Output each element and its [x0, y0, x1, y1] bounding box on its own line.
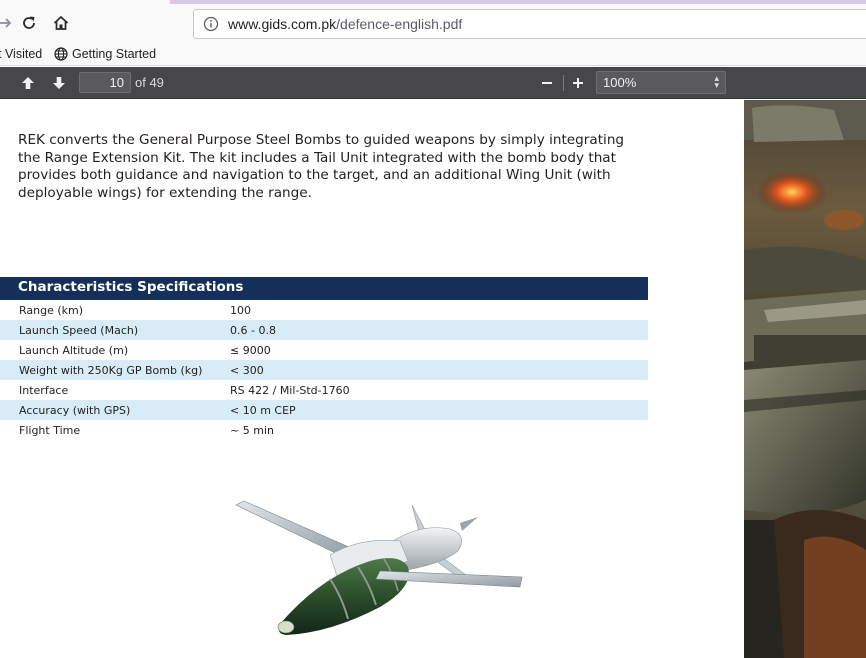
table-row: Accuracy (with GPS) < 10 m CEP: [0, 400, 648, 420]
url-text[interactable]: www.gids.com.pk/defence-english.pdf: [228, 16, 462, 32]
spec-value: 0.6 - 0.8: [230, 323, 276, 337]
table-row: Weight with 250Kg GP Bomb (kg) < 300: [0, 360, 648, 380]
arrow-right-icon: [0, 18, 12, 28]
intro-line: the Range Extension Kit. The kit include…: [18, 149, 616, 166]
zoom-in-button[interactable]: [567, 72, 589, 94]
spec-label: Launch Altitude (m): [19, 343, 129, 357]
battlefield-photo: [744, 100, 866, 658]
forward-button[interactable]: [0, 12, 16, 34]
url-path: /defence-english.pdf: [336, 16, 463, 32]
url-bar[interactable]: www.gids.com.pk/defence-english.pdf: [193, 9, 866, 39]
intro-paragraph: REK converts the General Purpose Steel B…: [18, 132, 650, 202]
browser-nav-bar: www.gids.com.pk/defence-english.pdf: [0, 0, 866, 46]
spec-label: Launch Speed (Mach): [19, 323, 139, 337]
toolbar-separator: [563, 75, 564, 91]
pdf-page: REK converts the General Purpose Steel B…: [0, 100, 866, 658]
home-button[interactable]: [50, 12, 72, 34]
home-icon: [53, 15, 69, 30]
page-count: of 49: [135, 75, 164, 90]
intro-line: REK converts the General Purpose Steel B…: [18, 132, 625, 148]
bookmark-most-visited[interactable]: t Visited: [0, 47, 42, 61]
plus-icon: [573, 78, 583, 88]
spec-label: Flight Time: [19, 423, 81, 437]
spec-value: ≤ 9000: [230, 343, 271, 357]
previous-page-button[interactable]: [17, 72, 39, 94]
bookmarks-bar: t Visited Getting Started: [0, 46, 866, 66]
spec-value: ~ 5 min: [230, 423, 274, 437]
bookmark-label: Getting Started: [72, 47, 157, 61]
intro-line: provides both guidance and navigation to…: [18, 167, 611, 183]
zoom-value: 100%: [603, 75, 637, 90]
bookmark-getting-started[interactable]: Getting Started: [54, 47, 156, 61]
zoom-select[interactable]: 100% ▴ ▾: [596, 71, 726, 94]
spec-label: Weight with 250Kg GP Bomb (kg): [19, 363, 203, 377]
table-row: Launch Altitude (m) ≤ 9000: [0, 340, 648, 360]
spec-label: Accuracy (with GPS): [19, 403, 131, 417]
spec-table: Characteristics Specifications Range (km…: [0, 277, 648, 440]
info-icon[interactable]: [203, 16, 219, 32]
spec-label: Range (km): [19, 303, 84, 317]
intro-line: deployable wings) for extending the rang…: [18, 184, 312, 201]
minus-icon: [542, 82, 552, 84]
reload-icon: [23, 16, 35, 29]
url-host: www.gids.com.pk: [228, 16, 337, 32]
zoom-out-button[interactable]: [536, 72, 558, 94]
select-arrows-icon: ▴ ▾: [714, 73, 719, 90]
arrow-up-icon: [22, 77, 34, 89]
spec-value: < 300: [230, 363, 264, 377]
table-row: Range (km) 100: [0, 300, 648, 320]
globe-icon: [54, 47, 68, 61]
bookmark-label: t Visited: [0, 47, 43, 61]
spec-value: < 10 m CEP: [230, 403, 296, 417]
spec-table-title: Characteristics Specifications: [0, 277, 648, 300]
spec-value: RS 422 / Mil-Std-1760: [230, 383, 350, 397]
guided-bomb-illustration: [235, 500, 523, 635]
reload-button[interactable]: [18, 12, 40, 34]
page-number-input[interactable]: 10: [79, 72, 131, 93]
spec-label: Interface: [19, 383, 69, 397]
table-row: Launch Speed (Mach) 0.6 - 0.8: [0, 320, 648, 340]
tab-strip-accent: [170, 0, 866, 4]
table-row: Flight Time ~ 5 min: [0, 420, 648, 440]
spec-value: 100: [230, 303, 251, 317]
pdf-toolbar: 10 of 49 100% ▴ ▾: [0, 67, 866, 99]
table-row: Interface RS 422 / Mil-Std-1760: [0, 380, 648, 400]
next-page-button[interactable]: [48, 72, 70, 94]
arrow-down-icon: [53, 77, 65, 89]
